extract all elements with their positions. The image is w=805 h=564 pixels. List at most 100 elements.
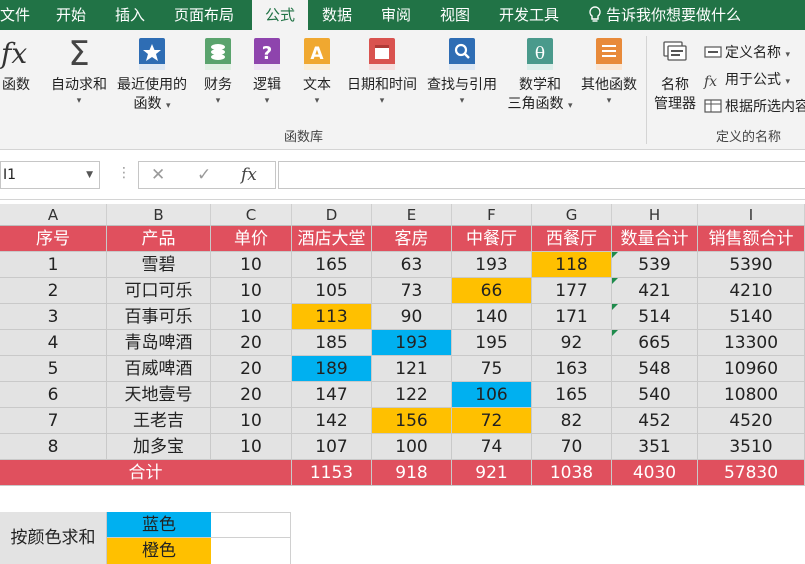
table-cell[interactable]: 92	[532, 330, 612, 356]
tab-view[interactable]: 视图	[432, 0, 478, 30]
table-cell[interactable]: 100	[372, 434, 452, 460]
table-cell[interactable]: 73	[372, 278, 452, 304]
table-cell[interactable]: 10	[211, 304, 292, 330]
more-dots-icon[interactable]: ⋮	[117, 165, 131, 181]
table-cell[interactable]: 539	[612, 252, 698, 278]
column-header-b[interactable]: B	[107, 204, 211, 226]
table-cell[interactable]: 百威啤酒	[107, 356, 211, 382]
table-cell[interactable]: 113	[292, 304, 372, 330]
table-cell[interactable]: 72	[452, 408, 532, 434]
recent-functions-button[interactable]: 最近使用的 函数 ▾	[112, 36, 192, 116]
column-header-c[interactable]: C	[211, 204, 292, 226]
column-header-a[interactable]: A	[0, 204, 107, 226]
table-header-cell[interactable]: 序号	[0, 226, 107, 252]
tab-insert[interactable]: 插入	[107, 0, 153, 30]
worksheet-grid[interactable]: A B C D E F G H I 序号 产品 单价 酒店大堂 客房 中餐厅 西餐厅 数量合计 销售额合计 1 雪碧 1…	[0, 200, 805, 564]
table-cell[interactable]: 74	[452, 434, 532, 460]
table-cell[interactable]: 天地壹号	[107, 382, 211, 408]
total-label-cell[interactable]: 合计	[0, 460, 292, 486]
table-cell[interactable]: 5390	[698, 252, 805, 278]
table-cell[interactable]: 189	[292, 356, 372, 382]
tab-developer[interactable]: 开发工具	[491, 0, 567, 30]
table-cell[interactable]: 3510	[698, 434, 805, 460]
math-trig-button[interactable]: θ 数学和 三角函数 ▾	[502, 36, 578, 116]
table-cell[interactable]: 10	[211, 278, 292, 304]
financial-button[interactable]: 财务 ▾	[198, 36, 238, 107]
total-cell[interactable]: 1038	[532, 460, 612, 486]
table-cell[interactable]: 20	[211, 356, 292, 382]
table-cell[interactable]: 63	[372, 252, 452, 278]
table-cell[interactable]: 540	[612, 382, 698, 408]
table-cell[interactable]: 10	[211, 252, 292, 278]
tab-file[interactable]: 文件	[0, 0, 38, 30]
table-cell[interactable]: 195	[452, 330, 532, 356]
table-cell[interactable]: 10	[211, 434, 292, 460]
create-from-selection-button[interactable]: 根据所选内容创建	[704, 96, 805, 116]
total-cell[interactable]: 918	[372, 460, 452, 486]
table-cell[interactable]: 加多宝	[107, 434, 211, 460]
table-cell[interactable]: 90	[372, 304, 452, 330]
table-cell[interactable]: 185	[292, 330, 372, 356]
table-cell[interactable]: 193	[372, 330, 452, 356]
table-cell[interactable]: 118	[532, 252, 612, 278]
tab-page-layout[interactable]: 页面布局	[166, 0, 242, 30]
table-cell[interactable]: 雪碧	[107, 252, 211, 278]
total-cell[interactable]: 921	[452, 460, 532, 486]
insert-function-button[interactable]: fx 函数	[0, 36, 36, 95]
table-header-cell[interactable]: 客房	[372, 226, 452, 252]
table-header-cell[interactable]: 中餐厅	[452, 226, 532, 252]
chevron-down-icon[interactable]: ▼	[86, 162, 93, 188]
use-in-formula-button[interactable]: fx 用于公式 ▾	[704, 69, 790, 90]
table-cell[interactable]: 5140	[698, 304, 805, 330]
table-cell[interactable]: 351	[612, 434, 698, 460]
table-cell[interactable]: 106	[452, 382, 532, 408]
table-cell[interactable]: 514	[612, 304, 698, 330]
more-functions-button[interactable]: 其他函数 ▾	[578, 36, 640, 107]
tell-me-box[interactable]: 告诉我你想要做什么	[588, 0, 741, 30]
blue-sum-cell[interactable]	[211, 512, 291, 538]
table-header-cell[interactable]: 酒店大堂	[292, 226, 372, 252]
tab-review[interactable]: 审阅	[373, 0, 419, 30]
table-cell[interactable]: 142	[292, 408, 372, 434]
table-cell[interactable]: 4	[0, 330, 107, 356]
table-cell[interactable]: 156	[372, 408, 452, 434]
table-cell[interactable]: 7	[0, 408, 107, 434]
table-cell[interactable]: 6	[0, 382, 107, 408]
column-header-d[interactable]: D	[292, 204, 372, 226]
table-cell[interactable]: 70	[532, 434, 612, 460]
name-box[interactable]: I1 ▼	[0, 161, 100, 189]
define-name-button[interactable]: 定义名称 ▾	[704, 42, 790, 62]
table-cell[interactable]: 3	[0, 304, 107, 330]
table-cell[interactable]: 可口可乐	[107, 278, 211, 304]
table-header-cell[interactable]: 产品	[107, 226, 211, 252]
table-cell[interactable]: 10	[211, 408, 292, 434]
column-header-e[interactable]: E	[372, 204, 452, 226]
formula-input[interactable]	[278, 161, 805, 189]
table-header-cell[interactable]: 单价	[211, 226, 292, 252]
table-cell[interactable]: 8	[0, 434, 107, 460]
table-cell[interactable]: 2	[0, 278, 107, 304]
orange-sum-cell[interactable]	[211, 538, 291, 564]
table-cell[interactable]: 121	[372, 356, 452, 382]
table-cell[interactable]: 147	[292, 382, 372, 408]
table-cell[interactable]: 66	[452, 278, 532, 304]
table-cell[interactable]: 193	[452, 252, 532, 278]
table-cell[interactable]: 122	[372, 382, 452, 408]
table-header-cell[interactable]: 西餐厅	[532, 226, 612, 252]
column-header-f[interactable]: F	[452, 204, 532, 226]
table-cell[interactable]: 10960	[698, 356, 805, 382]
tab-data[interactable]: 数据	[314, 0, 360, 30]
total-cell[interactable]: 1153	[292, 460, 372, 486]
table-cell[interactable]: 171	[532, 304, 612, 330]
table-cell[interactable]: 165	[292, 252, 372, 278]
name-manager-button[interactable]: 名称 管理器	[650, 36, 700, 114]
column-header-i[interactable]: I	[698, 204, 805, 226]
table-cell[interactable]: 10800	[698, 382, 805, 408]
table-cell[interactable]: 13300	[698, 330, 805, 356]
table-cell[interactable]: 百事可乐	[107, 304, 211, 330]
table-header-cell[interactable]: 数量合计	[612, 226, 698, 252]
logical-button[interactable]: ? 逻辑 ▾	[247, 36, 287, 107]
tab-formulas[interactable]: 公式	[252, 0, 309, 31]
table-cell[interactable]: 75	[452, 356, 532, 382]
table-cell[interactable]: 107	[292, 434, 372, 460]
